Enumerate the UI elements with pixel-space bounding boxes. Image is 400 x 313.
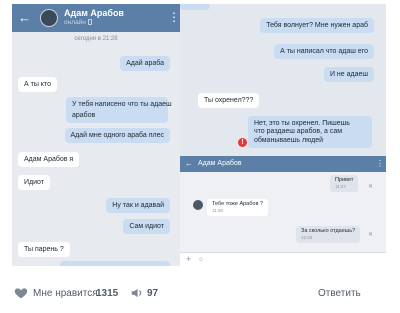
message-bubble xyxy=(180,4,210,10)
error-icon: ! xyxy=(238,138,247,147)
avatar xyxy=(40,9,58,27)
compose-bar[interactable]: + ☺ xyxy=(180,252,386,266)
date-divider: сегодня в 21:28 xyxy=(74,36,118,42)
message-bubble: А ты написал что адаш его xyxy=(274,44,374,59)
like-count: 1315 xyxy=(96,288,119,299)
message-bubble: Адам Арабов я xyxy=(18,152,80,167)
more-icon: ⋮ xyxy=(168,10,180,24)
message-bubble: Идиот xyxy=(18,175,50,190)
message-bubble: обманываешь людей xyxy=(248,136,372,148)
inset-chat-body: Привет 11:27 ✕ Тебе тоже Арабов ? 11:28 … xyxy=(180,172,386,252)
online-status: онлайн xyxy=(64,19,92,27)
left-chat-screenshot: ← Адам Арабов онлайн ⋮ сегодня в 21:28 А… xyxy=(12,4,180,266)
heart-icon[interactable] xyxy=(14,286,28,300)
message-bubble: Ну так и адавай xyxy=(106,198,170,213)
right-chat-screenshot: Тебя волнует? Мне нужен араб А ты написа… xyxy=(180,4,386,266)
message-bubble: Ты охренел??? xyxy=(198,93,260,108)
message-bubble: Ты парень ? xyxy=(18,242,70,257)
like-button[interactable]: Мне нравится xyxy=(33,287,98,300)
inset-chat-screenshot: ← Адам Арабов ⋮ Привет 11:27 ✕ Тебе тоже… xyxy=(180,156,386,266)
post-footer: Мне нравится 1315 97 Ответить xyxy=(0,282,400,306)
message-bubble: Тебе тоже Арабов ? 11:28 xyxy=(207,199,268,216)
upper-chat: Тебя волнует? Мне нужен араб А ты написа… xyxy=(180,4,386,156)
more-icon: ⋮ xyxy=(376,159,384,168)
megaphone-icon[interactable] xyxy=(130,286,144,300)
message-bubble: арабов xyxy=(66,108,168,123)
attach-icon[interactable]: + xyxy=(186,254,191,265)
back-arrow-icon: ← xyxy=(185,159,193,168)
message-bubble: И не адаеш xyxy=(323,67,374,82)
message-bubble: Адай мне одного араба плес xyxy=(64,128,170,143)
message-bubble: За сколько отдаешь? 12:26 xyxy=(296,226,361,243)
message-bubble: Сам идиот xyxy=(123,219,170,234)
inset-contact-name: Адам Арабов xyxy=(198,160,242,167)
avatar xyxy=(193,200,203,210)
reply-button[interactable]: Ответить xyxy=(318,287,361,300)
message-bubble xyxy=(60,261,170,266)
message-bubble: Привет 11:27 xyxy=(330,175,359,192)
mobile-icon xyxy=(87,19,92,26)
message-bubble: Тебя волнует? Мне нужен араб xyxy=(260,18,374,33)
close-icon: ✕ xyxy=(368,232,374,238)
close-icon: ✕ xyxy=(368,184,374,190)
back-arrow-icon: ← xyxy=(18,10,31,25)
message-bubble: А ты кто xyxy=(18,77,57,92)
chat-header: ← Адам Арабов онлайн ⋮ xyxy=(12,4,180,32)
inset-chat-header: ← Адам Арабов ⋮ xyxy=(180,156,386,172)
post-image[interactable]: ← Адам Арабов онлайн ⋮ сегодня в 21:28 А… xyxy=(12,4,386,266)
message-bubble: Адай араба xyxy=(120,56,170,71)
message-bubble: что раздаеш арабов, а сам xyxy=(248,127,372,136)
contact-name: Адам Арабов xyxy=(64,8,124,18)
share-count: 97 xyxy=(147,288,159,299)
emoji-icon[interactable]: ☺ xyxy=(198,256,204,264)
